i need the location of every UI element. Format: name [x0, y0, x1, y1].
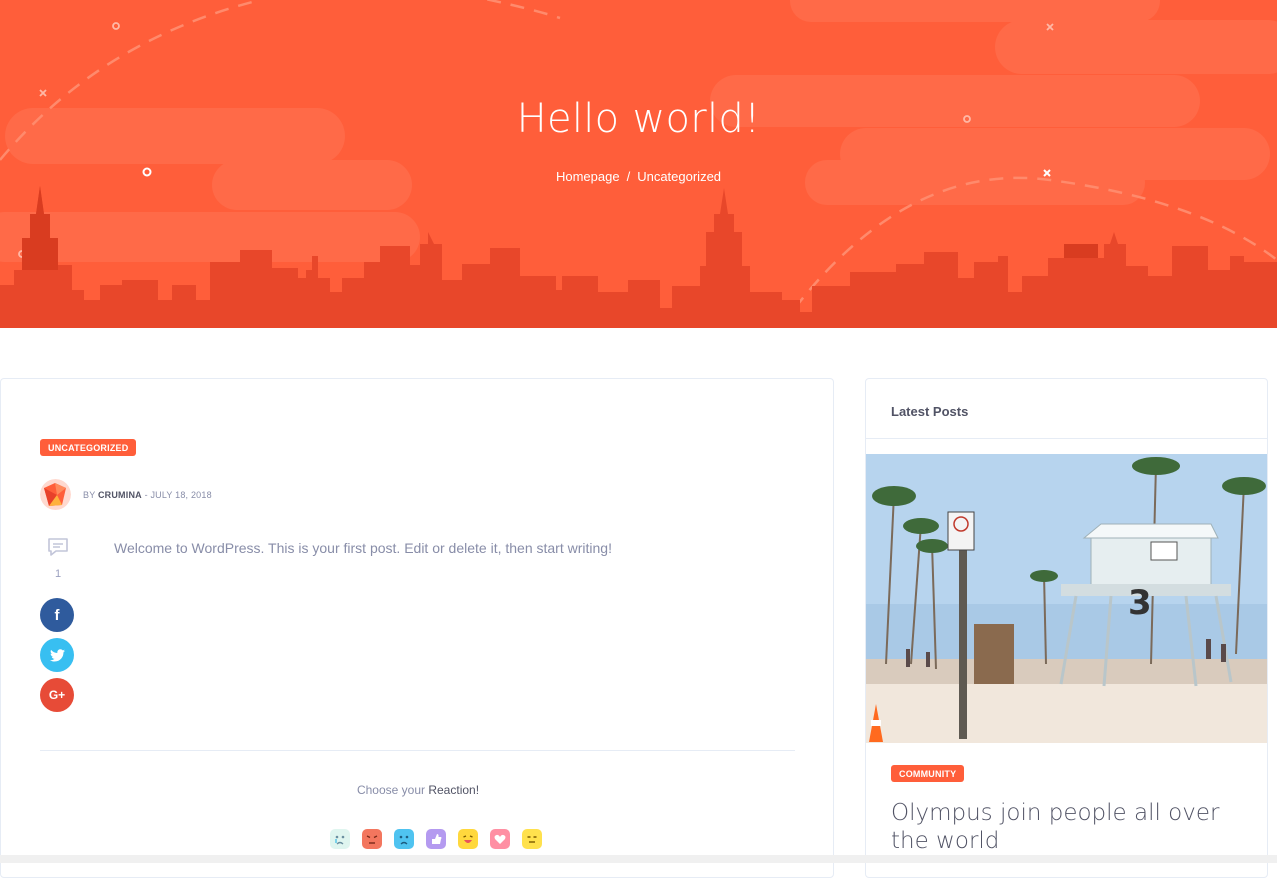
- meh-icon[interactable]: [522, 829, 542, 849]
- breadcrumb-home-link[interactable]: Homepage: [556, 169, 620, 184]
- page-title: Hello world!: [516, 96, 761, 142]
- share-buttons: f G+: [40, 598, 76, 712]
- category-badge[interactable]: UNCATEGORIZED: [40, 439, 137, 456]
- sad-icon[interactable]: [394, 829, 414, 849]
- google-plus-icon: G+: [48, 688, 66, 702]
- reaction-list: [330, 829, 542, 849]
- svg-text:3: 3: [1128, 583, 1152, 623]
- cry-icon[interactable]: [330, 829, 350, 849]
- latest-post-category-badge[interactable]: COMMUNITY: [891, 765, 965, 782]
- reaction-prompt-prefix: Choose your: [356, 783, 425, 797]
- date-separator: -: [144, 489, 148, 500]
- author-prefix: BY: [83, 489, 96, 500]
- breadcrumb-separator: /: [626, 169, 631, 184]
- latest-post-thumbnail[interactable]: 3: [866, 454, 1267, 743]
- angry-icon[interactable]: [362, 829, 382, 849]
- browser-bottom-bar: [0, 855, 1277, 863]
- widget-divider: [866, 438, 1267, 439]
- lol-icon[interactable]: [458, 829, 478, 849]
- comment-count: 1: [54, 568, 62, 580]
- post-content: Welcome to WordPress. This is your first…: [114, 540, 612, 556]
- twitter-share-button[interactable]: [40, 638, 74, 672]
- reaction-prompt-word: Reaction!: [428, 783, 480, 797]
- latest-posts-widget: Latest Posts 3 COMMUNITY Olympus join pe…: [865, 378, 1268, 878]
- city-skyline-illustration: [0, 0, 1277, 328]
- twitter-icon: [49, 648, 65, 661]
- love-icon[interactable]: [490, 829, 510, 849]
- facebook-icon: f: [54, 606, 60, 624]
- post-author-row: BY CRUMINA - JULY 18, 2018: [40, 479, 212, 510]
- author-name[interactable]: CRUMINA: [98, 490, 142, 500]
- widget-title: Latest Posts: [891, 404, 969, 419]
- content-divider: [40, 750, 795, 751]
- post-date: JULY 18, 2018: [150, 489, 212, 500]
- breadcrumb: Homepage / Uncategorized: [0, 169, 1277, 184]
- breadcrumb-category-link[interactable]: Uncategorized: [637, 169, 721, 184]
- latest-post-title[interactable]: Olympus join people all over the world: [891, 799, 1221, 855]
- like-icon[interactable]: [426, 829, 446, 849]
- reaction-prompt: Choose your Reaction!: [1, 783, 835, 797]
- post-meta: BY CRUMINA - JULY 18, 2018: [83, 490, 212, 500]
- google-plus-share-button[interactable]: G+: [40, 678, 74, 712]
- author-avatar[interactable]: [40, 479, 71, 510]
- page-hero: Hello world! Homepage / Uncategorized: [0, 0, 1277, 328]
- post-side-actions: 1 f G+: [40, 537, 76, 718]
- comment-icon: [48, 538, 68, 556]
- post-card: UNCATEGORIZED BY CRUMINA - JULY 18, 2018…: [0, 378, 834, 878]
- comments-link[interactable]: 1: [40, 537, 76, 580]
- facebook-share-button[interactable]: f: [40, 598, 74, 632]
